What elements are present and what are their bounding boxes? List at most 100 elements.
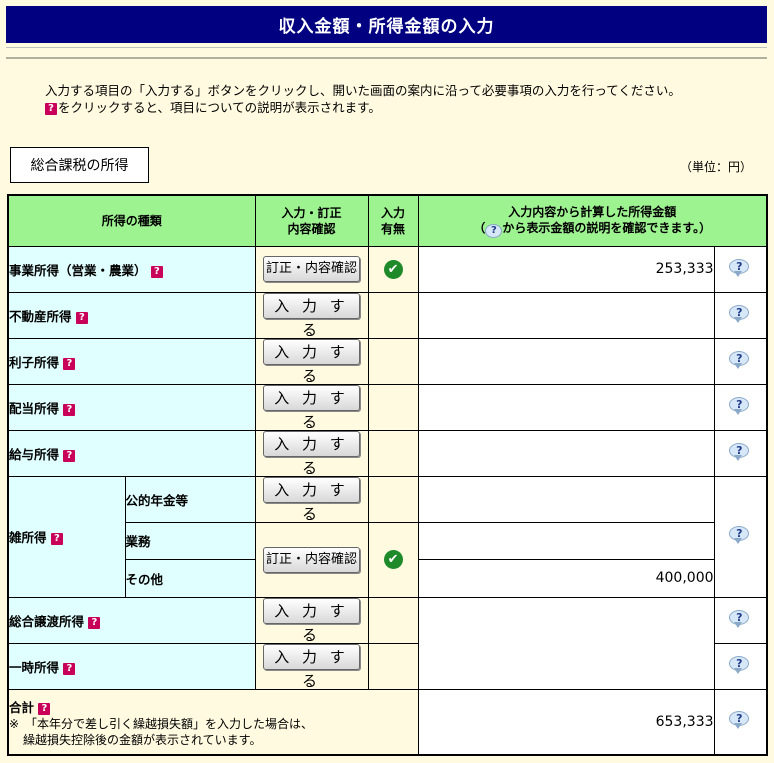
help-bubble-icon: ? — [485, 223, 503, 238]
help-bubble-icon[interactable]: ? — [729, 258, 751, 277]
instruction-line-2-text: をクリックすると、項目についての説明が表示されます。 — [58, 100, 381, 115]
row-help: ? — [713, 337, 768, 385]
section-divider — [6, 57, 767, 59]
question-icon[interactable]: ? — [88, 616, 101, 629]
row-kind-misc: 雑所得 ? — [7, 475, 126, 598]
row-button-cell: 入 力 す る — [254, 596, 369, 644]
row-help: ? — [713, 383, 768, 431]
row-label: 利子所得 — [9, 354, 60, 370]
row-status: ✔ — [367, 521, 419, 598]
help-bubble-icon[interactable]: ? — [729, 396, 751, 415]
row-button-cell: 入 力 す る — [254, 383, 369, 431]
table-row: 不動産所得 ? 入 力 す る ? — [7, 291, 768, 339]
row-amount — [417, 429, 715, 477]
row-status — [367, 383, 419, 431]
row-kind-transfer: 総合譲渡所得 ? — [7, 596, 256, 644]
misc-sub-pension: 公的年金等 — [124, 475, 256, 523]
row-status — [367, 475, 419, 523]
row-button-cell: 入 力 す る — [254, 475, 369, 523]
header-amount-line1: 入力内容から計算した所得金額 — [508, 204, 677, 219]
row-amount — [417, 521, 715, 560]
row-button-cell: 入 力 す る — [254, 429, 369, 477]
table-row: 利子所得 ? 入 力 す る ? — [7, 337, 768, 385]
question-icon[interactable]: ? — [50, 533, 63, 545]
help-bubble-icon[interactable]: ? — [729, 526, 751, 544]
row-kind-interest: 利子所得 ? — [7, 337, 256, 385]
total-amount: 653,333 — [417, 688, 715, 756]
row-status — [367, 642, 419, 690]
row-status — [367, 596, 419, 644]
row-amount — [417, 475, 715, 523]
row-amount — [417, 596, 715, 690]
row-help: ? — [713, 291, 768, 339]
row-amount — [417, 383, 715, 431]
help-bubble-icon[interactable]: ? — [729, 304, 751, 323]
header-status-line2: 有無 — [381, 221, 406, 236]
total-note-2: 繰越損失控除後の金額が表示されています。 — [23, 733, 262, 748]
row-help: ? — [713, 596, 768, 644]
row-amount: 400,000 — [417, 558, 715, 598]
header-amount-post: から表示金額の説明を確認できます。） — [502, 220, 712, 235]
question-icon[interactable]: ? — [63, 357, 76, 370]
question-icon[interactable]: ? — [150, 265, 163, 278]
table-row: 総合譲渡所得 ? 入 力 す る ? — [7, 596, 768, 690]
row-status — [367, 337, 419, 385]
question-icon[interactable]: ? — [63, 403, 76, 416]
header-amount-line2: （? から表示金額の説明を確認できます。） — [419, 220, 767, 238]
edit-confirm-button[interactable]: 訂正・内容確認 — [263, 256, 361, 282]
header-input-line1: 入力・訂正 — [281, 205, 342, 220]
unit-label: （単位：円） — [679, 160, 752, 174]
row-help: ? — [713, 475, 768, 598]
page-title: 収入金額・所得金額の入力 — [6, 6, 767, 43]
row-help: ? — [713, 688, 768, 756]
input-button[interactable]: 入 力 す る — [263, 643, 361, 690]
row-button-cell: 入 力 す る — [254, 642, 369, 690]
row-status — [367, 291, 419, 339]
question-icon[interactable]: ? — [38, 703, 51, 716]
row-amount — [417, 291, 715, 339]
help-bubble-icon[interactable]: ? — [729, 350, 751, 369]
input-button[interactable]: 入 力 す る — [263, 292, 361, 339]
total-label-cell: 合計 ? ※ 「本年分で差し引く繰越損失額」を入力した場合は、 繰越損失控除後の… — [7, 688, 419, 756]
row-label: 事業所得（営業・農業） — [9, 262, 147, 278]
edit-confirm-button[interactable]: 訂正・内容確認 — [263, 546, 361, 573]
row-amount: 253,333 — [417, 245, 715, 293]
input-button[interactable]: 入 力 す る — [263, 476, 361, 523]
row-status — [367, 429, 419, 477]
check-icon: ✔ — [383, 259, 403, 279]
input-button[interactable]: 入 力 す る — [263, 597, 361, 644]
input-button[interactable]: 入 力 す る — [263, 338, 361, 385]
instruction-line-2: ? をクリックすると、項目についての説明が表示されます。 — [45, 99, 765, 116]
help-bubble-icon[interactable]: ? — [729, 655, 751, 674]
row-help: ? — [713, 245, 768, 293]
total-note-1: ※ 「本年分で差し引く繰越損失額」を入力した場合は、 — [9, 717, 314, 732]
row-label: 総合譲渡所得 — [9, 613, 85, 629]
header-status-line1: 入力 — [381, 205, 406, 220]
row-button-cell: 入 力 す る — [254, 291, 369, 339]
row-help: ? — [713, 642, 768, 690]
header-input: 入力・訂正 内容確認 — [254, 194, 369, 247]
question-icon[interactable]: ? — [63, 449, 76, 462]
help-bubble-icon[interactable]: ? — [729, 442, 751, 461]
question-icon[interactable]: ? — [63, 662, 76, 675]
instructions: 入力する項目の「入力する」ボタンをクリックし、開いた画面の案内に沿って必要事項の… — [45, 82, 765, 116]
input-button[interactable]: 入 力 す る — [263, 430, 361, 477]
misc-sub-other: その他 — [124, 558, 256, 598]
help-bubble-icon[interactable]: ? — [729, 609, 751, 628]
row-button-cell: 入 力 す る — [254, 337, 369, 385]
question-icon: ? — [45, 103, 57, 115]
input-button[interactable]: 入 力 す る — [263, 384, 361, 431]
check-icon: ✔ — [383, 550, 403, 569]
row-kind-temporary: 一時所得 ? — [7, 642, 256, 690]
question-icon[interactable]: ? — [75, 311, 88, 324]
row-button-cell: 訂正・内容確認 — [254, 245, 369, 293]
row-label: 配当所得 — [9, 400, 60, 416]
row-help: ? — [713, 429, 768, 477]
row-kind-business: 事業所得（営業・農業） ? — [7, 245, 256, 293]
help-bubble-icon[interactable]: ? — [729, 711, 751, 730]
header-amount-pre: （ — [473, 220, 486, 235]
header-amount: 入力内容から計算した所得金額（? から表示金額の説明を確認できます。） — [417, 194, 768, 247]
total-label-line: 合計 ? — [9, 697, 418, 716]
header-kind: 所得の種類 — [7, 194, 256, 247]
row-label: 給与所得 — [9, 446, 60, 462]
